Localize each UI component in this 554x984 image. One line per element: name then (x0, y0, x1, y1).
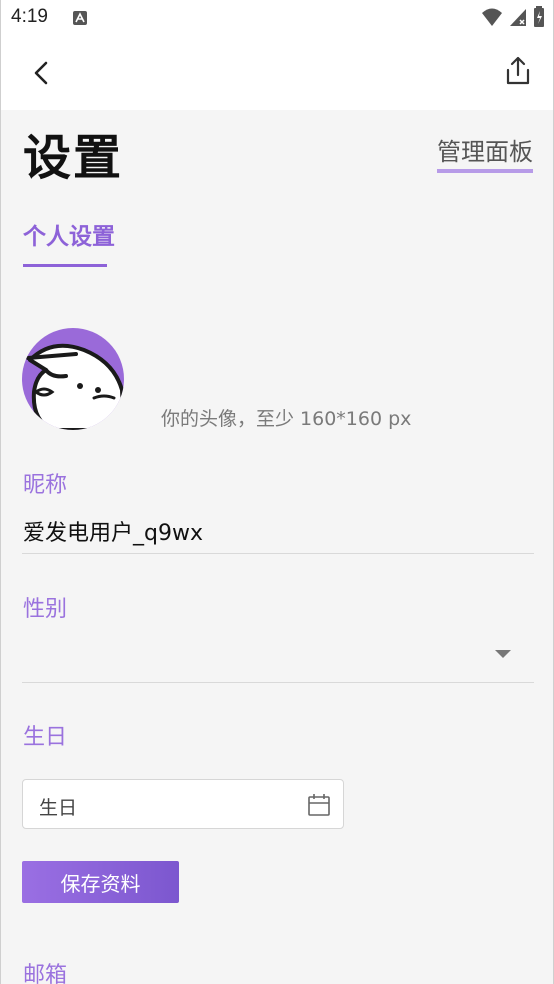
birthday-placeholder: 生日 (39, 797, 78, 819)
page-title: 设置 (23, 130, 124, 186)
avatar-hint: 你的头像，至少 160*160 px (161, 408, 412, 430)
tab-personal-settings[interactable]: 个人设置 (23, 217, 115, 251)
gender-underline (22, 682, 534, 683)
save-profile-button[interactable]: 保存资料 (22, 861, 179, 903)
wifi-icon (482, 8, 502, 26)
dropdown-arrow-icon[interactable] (495, 650, 511, 658)
status-icons (481, 6, 545, 28)
email-label: 邮箱 (23, 963, 68, 984)
app-screen: 4:19 设置 管理面板 个人设置 你的头像，至少 160*160 px 昵称 … (0, 0, 554, 984)
nickname-underline (22, 553, 534, 554)
status-bar: 4:19 (1, 0, 553, 36)
birthday-label: 生日 (23, 725, 68, 750)
battery-icon (534, 6, 544, 27)
gender-select[interactable] (22, 630, 534, 680)
back-arrow-icon[interactable] (29, 60, 55, 86)
share-icon[interactable] (505, 56, 531, 86)
notification-a-icon (73, 11, 87, 25)
calendar-icon[interactable] (307, 793, 331, 817)
admin-panel-link[interactable]: 管理面板 (437, 132, 533, 173)
birthday-date-input[interactable]: 生日 (22, 779, 344, 829)
signal-icon (510, 9, 526, 26)
app-bar (1, 36, 553, 110)
tab-active-indicator (23, 264, 107, 267)
nickname-label: 昵称 (23, 473, 68, 498)
nickname-input[interactable]: 爱发电用户_q9wx (23, 515, 203, 547)
status-time: 4:19 (11, 6, 48, 27)
avatar[interactable] (22, 328, 124, 430)
gender-label: 性别 (23, 597, 68, 622)
